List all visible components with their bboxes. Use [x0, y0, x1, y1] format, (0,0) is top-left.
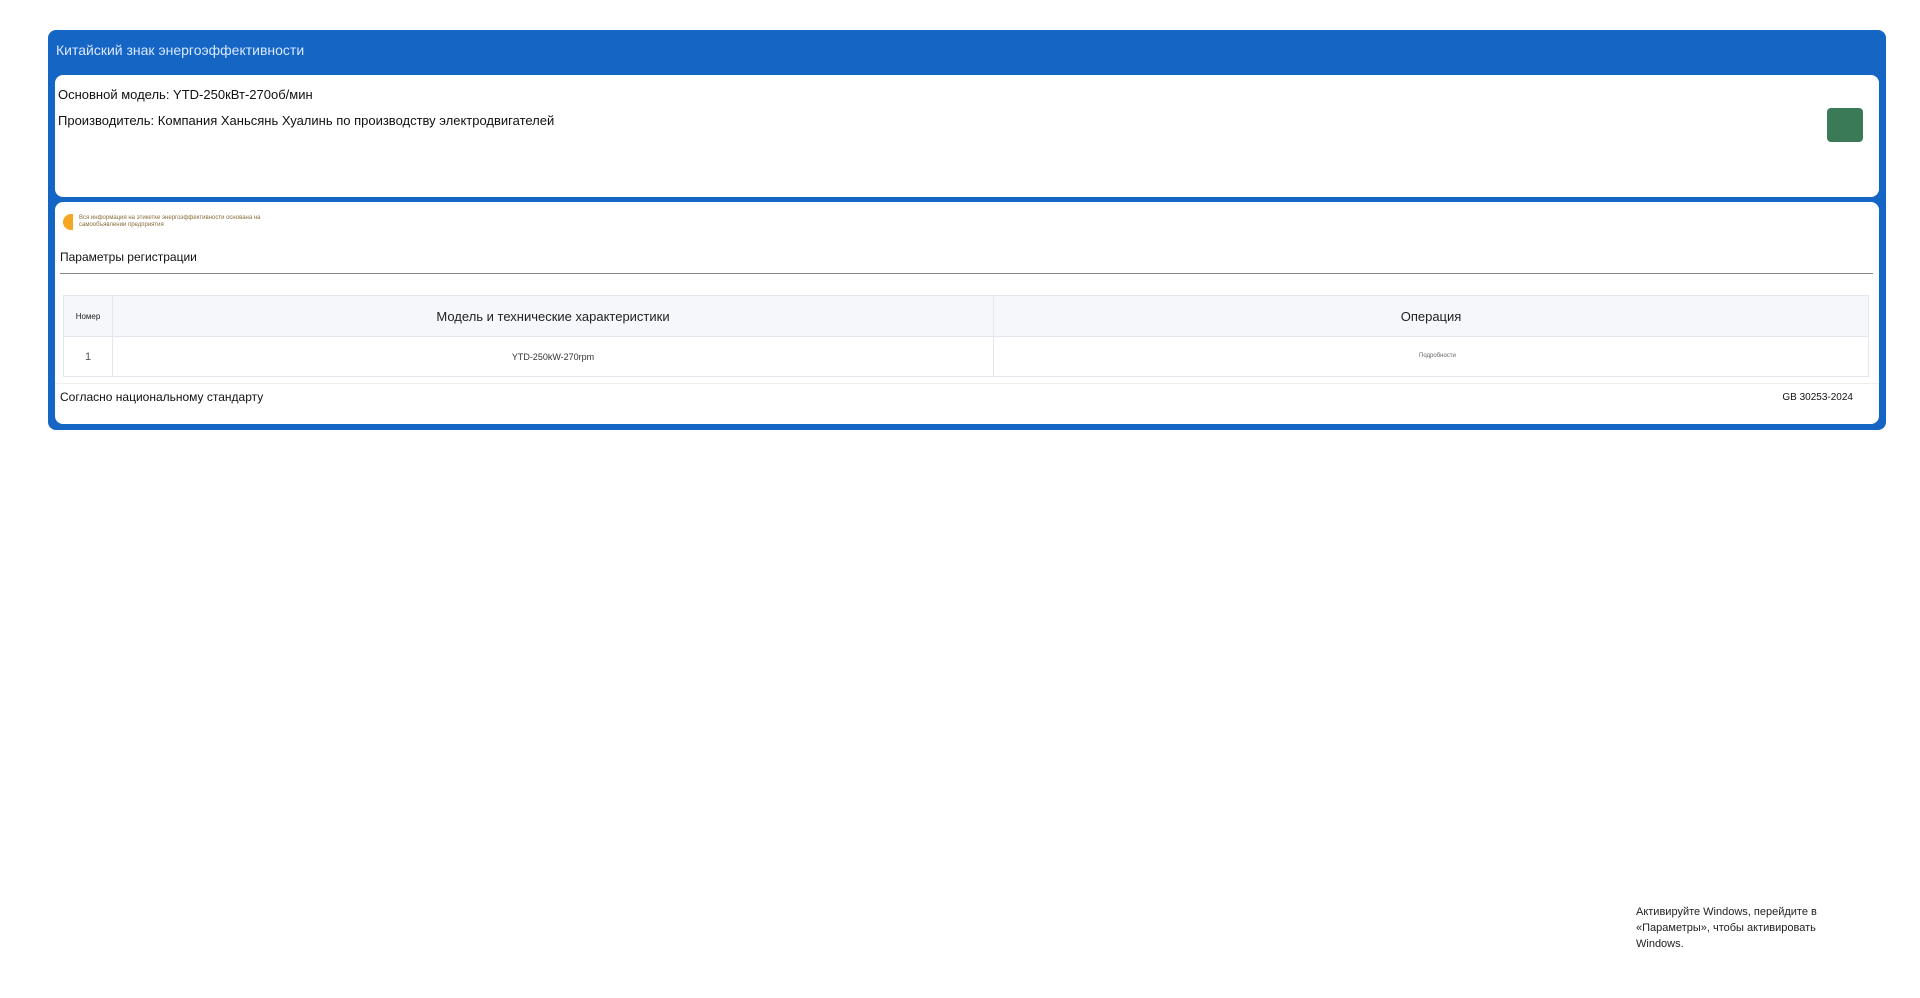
heading-divider — [60, 273, 1873, 274]
energy-label-window: Китайский знак энергоэффективности Основ… — [48, 30, 1886, 430]
table-row: 1 YTD-250kW-270rpm Подробности — [63, 336, 1869, 377]
row-model: YTD-250kW-270rpm — [112, 336, 994, 377]
windows-activation-watermark: Активируйте Windows, перейдите в «Параме… — [1636, 906, 1817, 950]
header-operation: Операция — [993, 295, 1869, 337]
registration-table: Номер Модель и технические характеристик… — [63, 295, 1869, 377]
table-header-row: Номер Модель и технические характеристик… — [63, 295, 1869, 337]
notice-text: Вся информация на этикетке энергоэффекти… — [79, 215, 261, 228]
row-number: 1 — [63, 336, 113, 377]
header-model: Модель и технические характеристики — [112, 295, 994, 337]
standard-bar: Согласно национальному стандарту GB 3025… — [55, 383, 1879, 418]
row-operation: Подробности — [993, 336, 1869, 377]
window-title: Китайский знак энергоэффективности — [56, 42, 305, 58]
standard-code: GB 30253-2024 — [1782, 392, 1853, 403]
self-declaration-notice: Вся информация на этикетке энергоэффекти… — [63, 214, 309, 230]
registration-heading: Параметры регистрации — [60, 250, 197, 264]
registration-card: Вся информация на этикетке энергоэффекти… — [55, 202, 1879, 424]
details-link[interactable]: Подробности — [1419, 353, 1456, 360]
energy-grade-badge — [1827, 108, 1863, 142]
info-icon — [63, 214, 73, 230]
main-model-text: Основной модель: YTD-250кВт-270об/мин — [58, 87, 313, 102]
product-info-card: Основной модель: YTD-250кВт-270об/мин Пр… — [55, 75, 1879, 197]
standard-label: Согласно национальному стандарту — [60, 390, 264, 404]
manufacturer-text: Производитель: Компания Ханьсянь Хуалинь… — [58, 113, 555, 128]
header-number: Номер — [63, 295, 113, 337]
